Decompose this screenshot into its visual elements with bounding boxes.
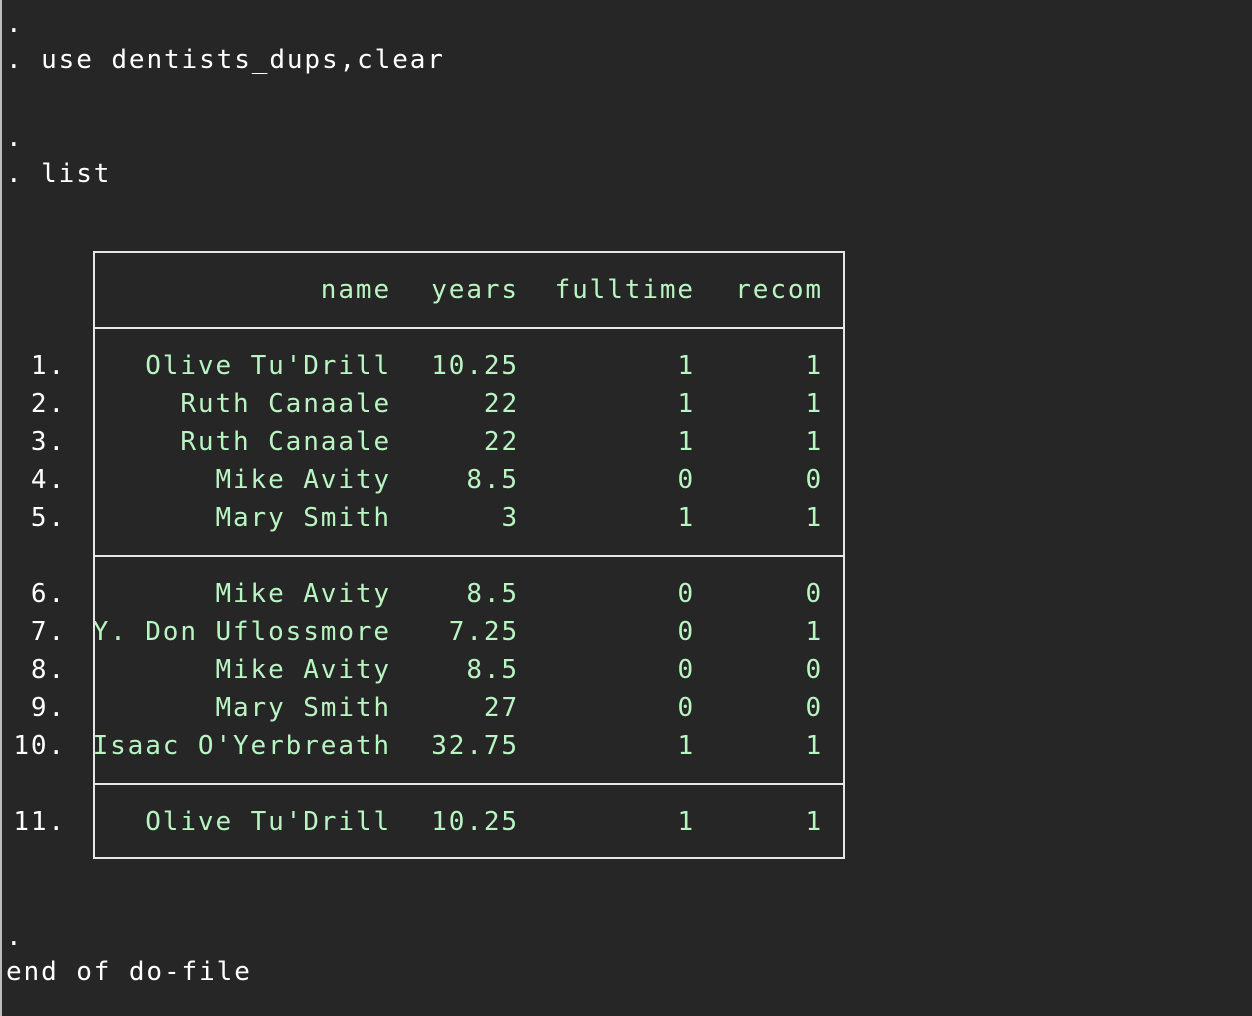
table-cell-years: 8.5	[466, 579, 519, 609]
table-cell-name: Ruth Canaale	[180, 389, 391, 419]
table-cell-fulltime: 0	[677, 617, 695, 647]
table-cell-fulltime: 0	[677, 655, 695, 685]
table-cell-fulltime: 1	[677, 503, 695, 533]
table-cell-fulltime: 0	[677, 693, 695, 723]
table-cell-recom: 0	[805, 465, 823, 495]
table-cell-name: Mary Smith	[215, 693, 391, 723]
table-cell-years: 27	[483, 693, 519, 723]
table-cell-years: 7.25	[448, 617, 519, 647]
list-output-table: name years fulltime recom Olive Tu'Drill 10.2…	[93, 251, 845, 859]
command-list-text: list	[41, 159, 112, 189]
header-separator	[95, 327, 843, 329]
command-line-use: . use dentists_dups,clear	[6, 41, 445, 79]
table-cell-fulltime: 0	[677, 579, 695, 609]
column-header-recom: recom	[735, 275, 823, 305]
command-use-text: use dentists_dups,clear	[41, 45, 445, 75]
prompt-dot-3: .	[6, 922, 24, 952]
table-cell-years: 22	[483, 389, 519, 419]
table-cell-recom: 1	[805, 617, 823, 647]
table-cell-name: Olive Tu'Drill	[145, 807, 391, 837]
row-number: 7.	[30, 617, 66, 647]
row-number: 10.	[13, 731, 66, 761]
table-cell-recom: 0	[805, 693, 823, 723]
table-cell-recom: 1	[805, 731, 823, 761]
table-cell-fulltime: 1	[677, 427, 695, 457]
table-cell-recom: 1	[805, 807, 823, 837]
row-number: 3.	[30, 427, 66, 457]
table-cell-name: Mike Avity	[215, 655, 391, 685]
row-number: 1.	[30, 351, 66, 381]
table-cell-name: Ruth Canaale	[180, 427, 391, 457]
group-separator-2	[95, 783, 843, 785]
prompt-dot: .	[6, 159, 24, 189]
table-cell-recom: 1	[805, 389, 823, 419]
command-line-list: . list	[6, 155, 111, 193]
table-cell-recom: 1	[805, 351, 823, 381]
group-separator-1	[95, 555, 843, 557]
table-cell-years: 22	[483, 427, 519, 457]
row-number: 8.	[30, 655, 66, 685]
table-cell-years: 3	[501, 503, 519, 533]
table-cell-fulltime: 0	[677, 465, 695, 495]
column-header-years: years	[431, 275, 519, 305]
prompt-dot-1: .	[6, 9, 24, 39]
row-number: 4.	[30, 465, 66, 495]
row-number: 2.	[30, 389, 66, 419]
table-cell-years: 32.75	[431, 731, 519, 761]
table-cell-fulltime: 1	[677, 731, 695, 761]
prompt-dot-2: .	[6, 123, 24, 153]
table-cell-fulltime: 1	[677, 351, 695, 381]
table-cell-years: 10.25	[431, 351, 519, 381]
table-cell-years: 8.5	[466, 655, 519, 685]
row-number: 11.	[13, 807, 66, 837]
table-cell-recom: 0	[805, 655, 823, 685]
row-number: 9.	[30, 693, 66, 723]
table-cell-name: Mary Smith	[215, 503, 391, 533]
table-cell-years: 10.25	[431, 807, 519, 837]
table-cell-name: Isaac O'Yerbreath	[92, 731, 391, 761]
prompt-dot: .	[6, 45, 24, 75]
table-cell-recom: 1	[805, 503, 823, 533]
table-cell-name: Mike Avity	[215, 579, 391, 609]
end-of-do-file: end of do-file	[6, 957, 252, 987]
table-cell-recom: 1	[805, 427, 823, 457]
table-cell-fulltime: 1	[677, 807, 695, 837]
table-cell-name: Mike Avity	[215, 465, 391, 495]
table-cell-name: Olive Tu'Drill	[145, 351, 391, 381]
column-header-name: name	[320, 275, 391, 305]
table-cell-fulltime: 1	[677, 389, 695, 419]
table-cell-recom: 0	[805, 579, 823, 609]
column-header-fulltime: fulltime	[554, 275, 695, 305]
row-number: 6.	[30, 579, 66, 609]
row-number: 5.	[30, 503, 66, 533]
table-cell-years: 8.5	[466, 465, 519, 495]
table-cell-name: Y. Don Uflossmore	[92, 617, 391, 647]
